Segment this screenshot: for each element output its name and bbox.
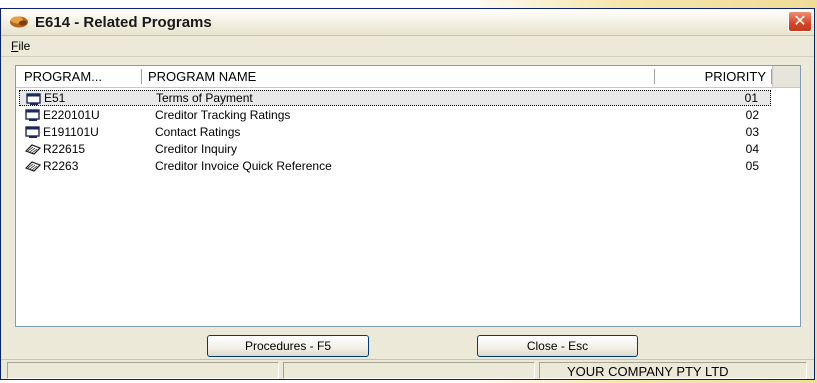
- program-priority: 01: [744, 91, 758, 105]
- program-priority: 02: [745, 108, 759, 122]
- list-row[interactable]: R22615 Creditor Inquiry 04: [19, 141, 771, 157]
- procedures-button[interactable]: Procedures - F5: [207, 335, 369, 357]
- program-code: E191101U: [43, 125, 99, 139]
- program-name: Terms of Payment: [156, 91, 253, 105]
- program-code: E51: [44, 91, 66, 105]
- list-row[interactable]: R2263 Creditor Invoice Quick Reference 0…: [19, 158, 771, 174]
- app-logo-icon: [10, 16, 28, 28]
- window-title: E614 - Related Programs: [35, 14, 212, 31]
- list-header: PROGRAM... PROGRAM NAME PRIORITY: [16, 66, 800, 88]
- list-row[interactable]: E191101U Contact Ratings 03: [19, 124, 771, 140]
- screen-icon: [26, 93, 41, 105]
- column-header-program-name[interactable]: PROGRAM NAME: [142, 66, 655, 87]
- menu-file[interactable]: File: [11, 39, 30, 53]
- report-icon: [25, 161, 41, 172]
- close-icon: ✕: [793, 11, 807, 30]
- status-pane-2: [283, 362, 535, 379]
- company-name: YOUR COMPANY PTY LTD: [567, 364, 729, 379]
- status-bar: YOUR COMPANY PTY LTD: [1, 359, 814, 381]
- screen-icon: [25, 109, 40, 121]
- title-bar[interactable]: E614 - Related Programs ✕: [1, 9, 814, 36]
- column-header-program-code[interactable]: PROGRAM...: [16, 66, 142, 87]
- program-priority: 05: [745, 159, 759, 173]
- report-icon: [25, 144, 41, 155]
- program-priority: 03: [745, 125, 759, 139]
- program-name: Creditor Invoice Quick Reference: [155, 159, 332, 173]
- status-pane-1: [7, 362, 279, 379]
- program-code: R2263: [43, 159, 79, 173]
- close-button[interactable]: Close - Esc: [477, 335, 638, 357]
- program-name: Creditor Tracking Ratings: [155, 108, 291, 122]
- screen-icon: [25, 126, 40, 138]
- program-name: Creditor Inquiry: [155, 142, 238, 156]
- program-name: Contact Ratings: [155, 125, 241, 139]
- related-programs-list[interactable]: PROGRAM... PROGRAM NAME PRIORITY E51 Ter…: [15, 65, 801, 327]
- column-header-priority[interactable]: PRIORITY: [655, 66, 772, 87]
- program-code: R22615: [43, 142, 86, 156]
- close-window-button[interactable]: ✕: [788, 11, 812, 32]
- list-row[interactable]: E220101U Creditor Tracking Ratings 02: [19, 107, 771, 123]
- menu-file-label: ile: [18, 39, 31, 53]
- column-header-filler: [772, 66, 800, 87]
- program-code: E220101U: [43, 108, 100, 122]
- related-programs-window: E614 - Related Programs ✕ File PROGRAM..…: [0, 8, 815, 380]
- program-priority: 04: [745, 142, 759, 156]
- list-row[interactable]: E51 Terms of Payment 01: [19, 90, 771, 106]
- menu-bar: File: [1, 36, 814, 57]
